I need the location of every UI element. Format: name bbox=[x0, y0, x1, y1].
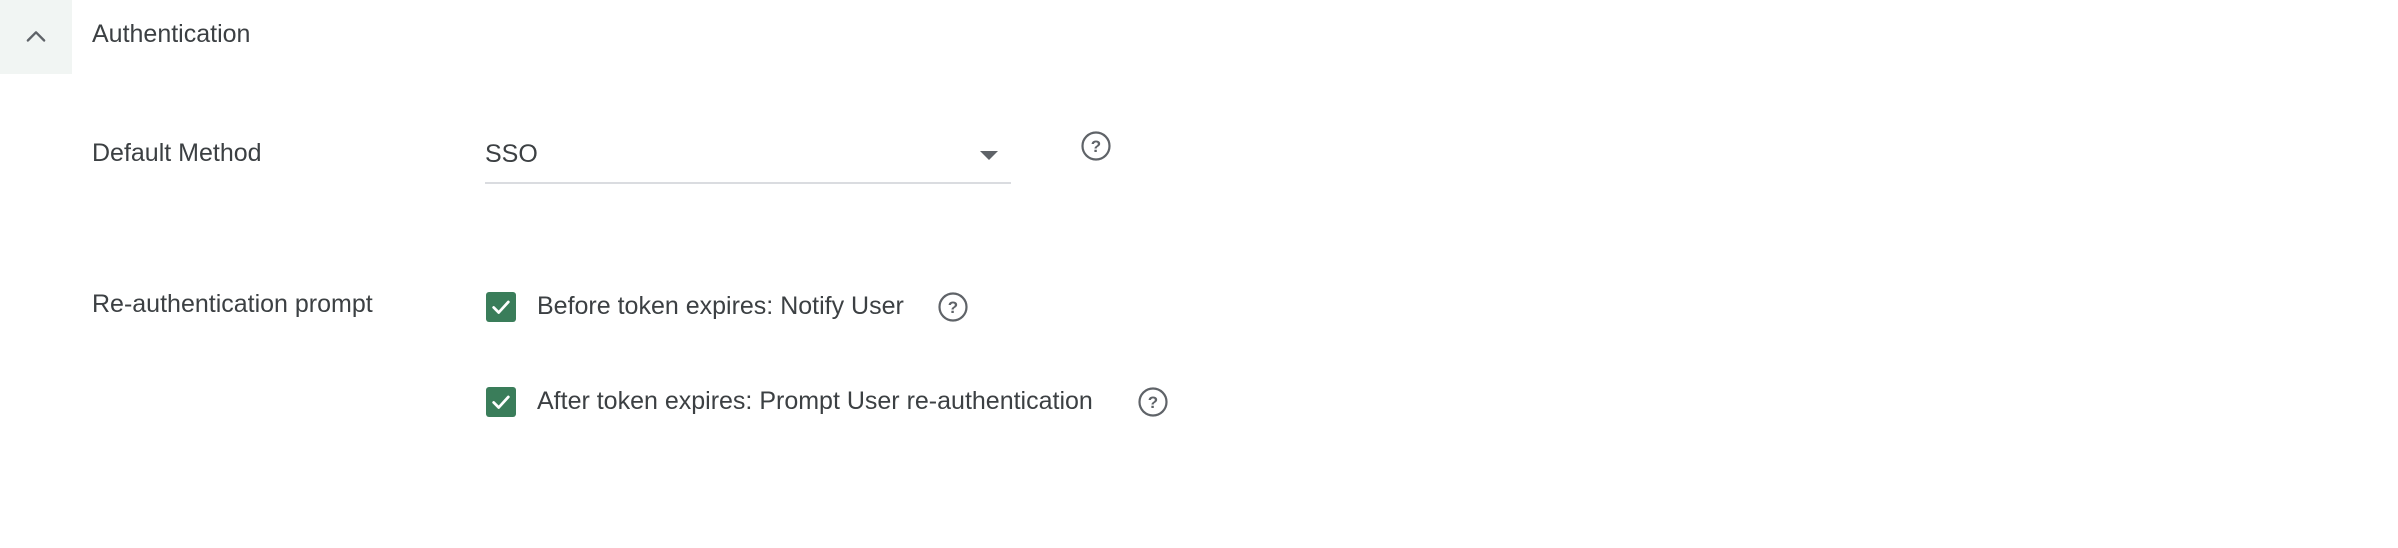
before-expiry-label[interactable]: Before token expires: Notify User bbox=[537, 290, 904, 322]
before-expiry-help-icon[interactable]: ? bbox=[937, 291, 969, 323]
collapse-toggle-button[interactable] bbox=[0, 0, 72, 74]
checkmark-icon bbox=[492, 300, 510, 314]
after-expiry-checkbox[interactable] bbox=[486, 387, 516, 417]
default-method-help-icon[interactable]: ? bbox=[1080, 130, 1112, 162]
svg-text:?: ? bbox=[1148, 393, 1158, 412]
svg-text:?: ? bbox=[948, 298, 958, 317]
default-method-label: Default Method bbox=[92, 139, 262, 167]
section-title: Authentication bbox=[92, 20, 251, 48]
authentication-section-header: Authentication bbox=[0, 0, 2398, 74]
chevron-up-icon bbox=[26, 31, 46, 42]
reauth-prompt-label: Re-authentication prompt bbox=[92, 290, 373, 318]
svg-text:?: ? bbox=[1091, 137, 1101, 156]
default-method-select[interactable]: SSO bbox=[485, 134, 1011, 184]
default-method-value: SSO bbox=[485, 140, 538, 168]
after-expiry-label[interactable]: After token expires: Prompt User re-auth… bbox=[537, 385, 1093, 417]
checkmark-icon bbox=[492, 395, 510, 409]
before-expiry-checkbox[interactable] bbox=[486, 292, 516, 322]
after-expiry-help-icon[interactable]: ? bbox=[1137, 386, 1169, 418]
caret-down-icon bbox=[980, 151, 998, 160]
